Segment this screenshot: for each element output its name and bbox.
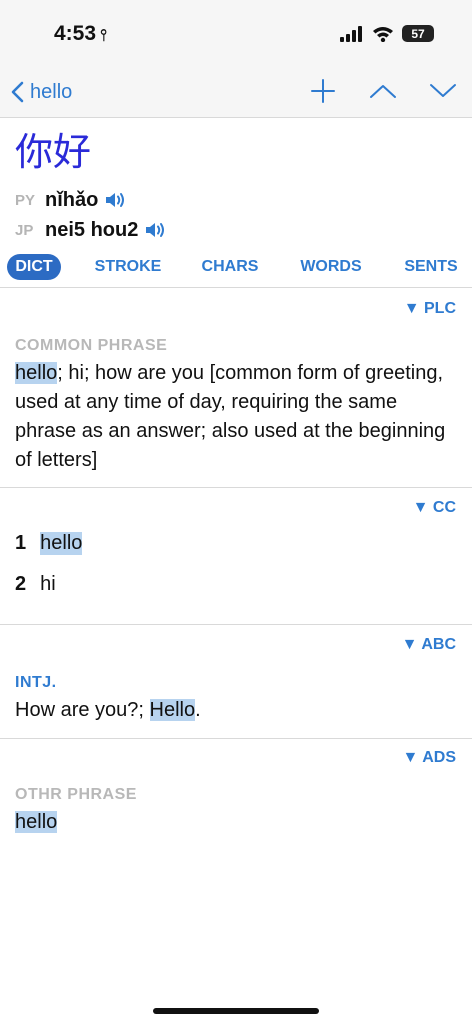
status-icons: 57 [340, 25, 434, 42]
source-tag[interactable]: ▼ PLC [404, 300, 456, 318]
speaker-icon[interactable] [104, 190, 128, 210]
definition-after: . [195, 699, 201, 721]
sense-text: hi [40, 573, 56, 595]
chevron-down-icon [430, 84, 456, 97]
tab-words[interactable]: WORDS [292, 254, 370, 280]
dictionary-section-abc: ▼ ABC INTJ. How are you?; Hello. [0, 626, 472, 739]
plus-icon [311, 79, 335, 103]
tab-sents[interactable]: SENTS [396, 254, 466, 280]
tab-chars[interactable]: CHARS [194, 254, 266, 280]
reading-text: nei5 hou2 [45, 218, 139, 241]
reading-tag: PY [15, 191, 36, 209]
dictionary-section-cc: ▼ CC 1 hello 2 hi [0, 489, 472, 625]
source-tag[interactable]: ▼ ABC [402, 636, 456, 654]
tab-bar: DICT STROKE CHARS WORDS SENTS [0, 252, 472, 288]
sense-number: 1 [15, 532, 27, 554]
cellular-signal-icon [340, 25, 362, 42]
chevron-up-icon [370, 85, 396, 98]
tab-dict[interactable]: DICT [7, 254, 61, 280]
part-of-speech: INTJ. [15, 674, 57, 691]
headword-block: 你好 PY nǐhǎo JP nei5 hou2 [15, 128, 455, 244]
definition-before: How are you?; [15, 699, 150, 721]
status-time: 4:53 ⫯ [54, 22, 107, 46]
home-indicator[interactable] [153, 1008, 319, 1014]
previous-button[interactable] [368, 76, 398, 106]
next-button[interactable] [428, 76, 458, 106]
source-tag[interactable]: ▼ CC [413, 499, 456, 517]
speaker-icon[interactable] [144, 220, 168, 240]
sense-text: hello [40, 532, 83, 555]
definition-text: hello [15, 808, 457, 837]
reading-jyutping: JP nei5 hou2 [15, 216, 455, 244]
source-tag[interactable]: ▼ ADS [403, 749, 456, 767]
reading-tag: JP [15, 221, 34, 239]
category-label: COMMON PHRASE [15, 337, 168, 354]
dictionary-section-plc: ▼ PLC COMMON PHRASE hello; hi; how are y… [0, 289, 472, 488]
sense-item: 1 hello [15, 532, 83, 555]
status-bar: 4:53 ⫯ 57 [0, 0, 472, 68]
nav-actions [308, 76, 458, 106]
battery-icon: 57 [402, 25, 434, 42]
add-button[interactable] [308, 76, 338, 106]
location-icon: ⫯ [100, 27, 107, 44]
definition-rest: ; hi; how are you [common form of greeti… [15, 362, 446, 471]
reading-pinyin: PY nǐhǎo [15, 186, 455, 214]
tab-stroke[interactable]: STROKE [88, 254, 168, 280]
highlighted-term: Hello [149, 699, 196, 721]
category-label: OTHR PHRASE [15, 786, 137, 803]
nav-bar: hello [0, 68, 472, 118]
time-text: 4:53 [54, 22, 97, 45]
dictionary-section-ads: ▼ ADS OTHR PHRASE hello [0, 740, 472, 850]
chevron-left-icon [11, 81, 24, 103]
headword: 你好 [15, 130, 92, 174]
definition-text: hello; hi; how are you [common form of g… [15, 359, 457, 475]
reading-text: nǐhǎo [45, 188, 99, 211]
definition-text: How are you?; Hello. [15, 696, 457, 725]
highlighted-term: hello [15, 362, 58, 384]
sense-number: 2 [15, 573, 27, 595]
sense-item: 2 hi [15, 573, 56, 596]
highlighted-term: hello [15, 811, 58, 833]
back-button[interactable]: hello [10, 77, 72, 107]
back-label: hello [30, 80, 73, 103]
wifi-icon [373, 26, 393, 42]
